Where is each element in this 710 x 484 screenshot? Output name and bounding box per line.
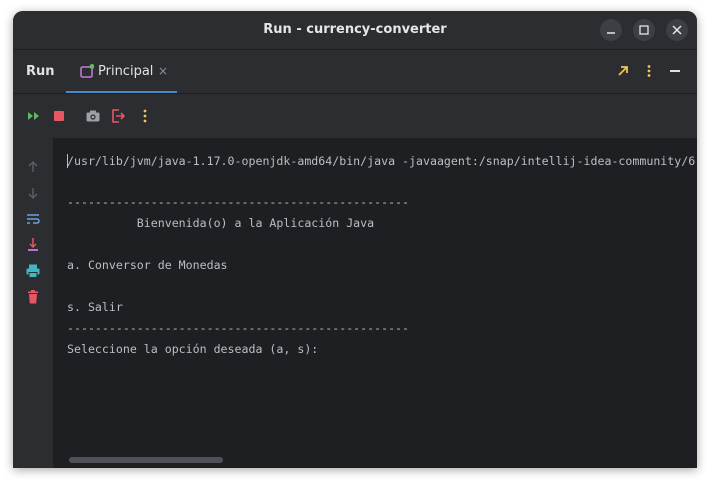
console-output[interactable]: /usr/lib/jvm/java-1.17.0-openjdk-amd64/b… xyxy=(53,138,697,468)
arrow-down-icon[interactable] xyxy=(25,185,41,201)
console-line: Seleccione la opción deseada (a, s): xyxy=(67,342,319,356)
exit-icon[interactable] xyxy=(110,108,126,124)
tool-window-title: Run xyxy=(26,64,55,79)
tab-label: Principal xyxy=(98,64,154,79)
arrow-up-icon[interactable] xyxy=(25,159,41,175)
tab-selected-indicator xyxy=(66,91,177,93)
soft-wrap-icon[interactable] xyxy=(25,211,41,227)
tab-principal[interactable]: Principal × xyxy=(66,50,177,93)
camera-icon[interactable] xyxy=(85,108,101,124)
console-line: Bienvenida(o) a la Aplicación Java xyxy=(67,216,375,230)
trash-icon[interactable] xyxy=(25,289,41,305)
print-icon[interactable] xyxy=(25,263,41,279)
tool-window-header: Run Principal × xyxy=(13,50,697,94)
run-window: Run - currency-converter Run Principal ×… xyxy=(13,11,697,468)
open-in-window-icon[interactable] xyxy=(616,64,630,78)
tab-close-button[interactable]: × xyxy=(158,50,168,93)
more-actions-icon[interactable] xyxy=(137,108,153,124)
console-line: ----------------------------------------… xyxy=(67,195,410,209)
console-line: /usr/lib/jvm/java-1.17.0-openjdk-amd64/b… xyxy=(67,153,695,169)
window-title: Run - currency-converter xyxy=(263,22,447,37)
close-window-button[interactable] xyxy=(666,19,688,41)
maximize-button[interactable] xyxy=(633,19,655,41)
title-bar: Run - currency-converter xyxy=(13,11,697,49)
stop-icon[interactable] xyxy=(51,108,67,124)
scroll-to-end-icon[interactable] xyxy=(25,237,41,253)
console-line: s. Salir xyxy=(67,300,123,314)
close-icon xyxy=(672,25,682,35)
java-command: /usr/lib/jvm/java-1.17.0-openjdk-amd64/b… xyxy=(67,154,696,168)
hide-panel-icon[interactable] xyxy=(668,64,682,78)
console-line: ----------------------------------------… xyxy=(67,321,410,335)
console-side-toolbar xyxy=(13,138,53,468)
maximize-icon xyxy=(639,25,649,35)
rerun-icon[interactable] xyxy=(26,108,42,124)
run-actions-toolbar xyxy=(13,94,697,138)
more-options-icon[interactable] xyxy=(642,64,656,78)
console-line: a. Conversor de Monedas xyxy=(67,258,228,272)
minimize-button[interactable] xyxy=(600,19,622,41)
minimize-icon xyxy=(607,32,615,34)
application-config-icon xyxy=(80,64,94,78)
horizontal-scrollbar[interactable] xyxy=(69,457,223,463)
